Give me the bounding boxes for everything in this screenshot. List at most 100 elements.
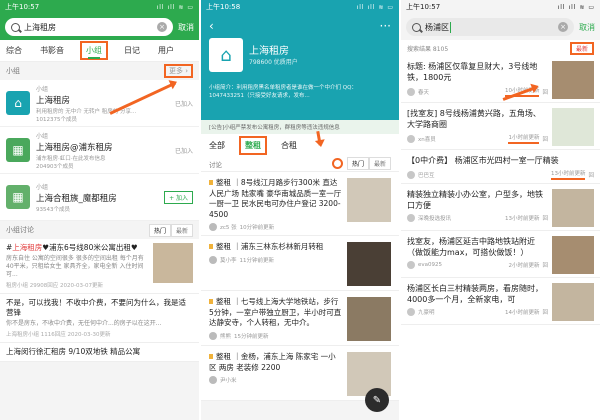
post-thumbnail [153,243,193,283]
avatar [209,376,217,384]
clear-icon[interactable]: × [157,22,167,32]
sort-hot[interactable]: 热门 [346,157,369,170]
reply-icon: 回 [542,310,548,316]
compose-button[interactable]: ✎ [365,388,389,412]
more-menu-icon[interactable]: ··· [380,19,391,33]
more-button[interactable]: 更多 › [163,64,193,78]
post-title-text: 整租 ｜8号线江月路步行300米 直达人民广场 陆家嘴 豪华南城品质一室一厅一厨… [209,178,342,219]
reply-icon: 回 [542,136,548,143]
avatar [209,223,217,231]
post-item[interactable]: 整租 ｜七号线上海大学地铁站，步行5分钟，一室户带独立厨卫，半小时可直达静安寺，… [201,291,399,346]
group-header: 上午10:58 ıll ıll ≋ ▭ ‹ ··· ⌂ 上海租房 798600 … [201,0,399,120]
post-item[interactable]: 整租 ｜8号线江月路步行300米 直达人民广场 陆家嘴 豪华南城品质一室一厅一厨… [201,172,399,236]
post-title: 找室友，杨浦区延吉中路地铁站附近（做饭能力max，可搭伙做饭！） [407,237,535,257]
tab-whole-rent[interactable]: 整租 [239,135,267,155]
group-item[interactable]: ▦ 小组 上海合租族_魔都租房 93543个成员 + 加入 [0,174,199,221]
post-thumbnail [552,189,594,227]
status-icons: ıll ıll ≋ ▭ [557,3,595,11]
group-avatar: ▦ [6,138,30,162]
house-icon: ⌂ [6,91,30,115]
sort-latest-button[interactable]: 最新 [569,41,594,55]
post-title: 精装独立精装小办公室，户型多，地铁口方便 [407,190,543,210]
tab-all[interactable]: 全部 [209,140,225,151]
tab-diary[interactable]: 日记 [122,42,142,59]
post-meta: 租房小组 29908回应 2020-03-07更新 [6,283,103,289]
post-time: 10分钟前更新 [239,225,275,231]
post-author: 巴巴互 [418,172,435,179]
status-time: 上午10:58 [206,3,241,11]
discussion-item[interactable]: #上海租房♥浦东6号线80米公寓出租♥ 房东自住 公寓的空间很多 很多的空间出租… [0,239,199,294]
avatar [209,331,217,340]
group-logo: ⌂ [209,38,243,72]
result-item[interactable]: 【0中介费】 杨浦区市光四村一室一厅精装 巴巴互 13小时前更新回 [401,150,600,184]
search-tabs: 综合 书影音 小组 日记 用户 [0,40,199,62]
results-header: 搜索结果 8105 最新 [401,40,600,56]
post-meta: 深晚投选投讯 13小时前更新回 [407,214,548,222]
avatar [407,308,415,316]
discussion-item[interactable]: 上海闵行徐汇租房 9/10双地铁 精品公寓 [0,343,199,362]
tab-books[interactable]: 书影音 [38,42,66,59]
post-thumbnail [347,178,391,222]
sort-latest[interactable]: 最新 [368,157,391,170]
discussion-item[interactable]: 不是，可以找我！不收中介费，不要问为什么，我是适营锋 你不是房东，不收中介费，无… [0,294,199,343]
top-bar: ‹ ··· [201,14,399,38]
clear-icon[interactable]: × [558,22,568,32]
post-author: 尹小米 [220,378,237,384]
post-thumbnail [552,61,594,99]
search-icon [11,22,20,32]
back-icon[interactable]: ‹ [209,19,214,33]
post-author: 九豪明 [418,310,435,316]
group-members: 1012375个成员 [36,116,77,123]
group-name: 上海租房@浦东租房 [36,142,113,153]
panel-in-group-search: 上午10:57 ıll ıll ≋ ▭ 杨浦区 × 取消 搜索结果 8105 最… [401,0,600,420]
group-name: 上海合租族_魔都租房 [36,193,117,204]
post-meta: 莫小李 11分钟前更新 [209,255,343,264]
join-button[interactable]: + 加入 [164,190,193,204]
search-input[interactable]: 杨浦区 × [406,18,574,36]
post-author: 莫小李 [220,257,237,264]
result-item[interactable]: [找室友] 8号线杨浦黄兴路，五角场、大学路商圈 xn喜员 1小时前更新回 [401,103,600,150]
group-type: 小组 [36,132,49,140]
group-desc: 浦东租房·虹口·在此发布信息 [36,155,106,162]
post-time: 1小时前更新 [508,133,540,144]
post-desc: 房东自住 公寓的空间很多 很多的空间出租 每个月有40平米，只租给女生 家具齐全… [6,255,144,278]
group-item[interactable]: ▦ 小组 上海租房@浦东租房 浦东租房·虹口·在此发布信息 204903个成员 … [0,127,199,174]
avatar [407,261,415,269]
result-item[interactable]: 精装独立精装小办公室，户型多，地铁口方便 深晚投选投讯 13小时前更新回 [401,184,600,231]
cancel-button[interactable]: 取消 [579,22,595,33]
sort-toggle: 热门 最新 [346,157,391,170]
result-item[interactable]: 标题: 杨浦区仅靠复旦财大，3号线地铁，1800元 春天 10小时前更新回 [401,56,600,103]
group-desc: 利用租房的 无中介 无转户 租房的 分享... [36,108,137,115]
group-avatar: ▦ [6,185,30,209]
tab-all[interactable]: 综合 [4,42,24,59]
cancel-button[interactable]: 取消 [178,22,194,33]
sort-hot[interactable]: 热门 [148,223,171,237]
section-title: 小组讨论 [6,226,34,234]
post-meta: eva0925 2小时前更新回 [407,261,548,269]
tab-shared-rent[interactable]: 合租 [281,140,297,151]
post-title-text: 整租 ｜浦东三林东杉林新月转租 [216,242,324,251]
search-header: 上海租房 × 取消 [0,14,199,40]
search-icon[interactable] [331,158,343,169]
avatar [407,134,415,143]
sort-latest[interactable]: 最新 [170,223,193,237]
post-title-text: 整租 ｜七号线上海大学地铁站，步行5分钟，一室户带独立厨卫，半小时可直达静安寺，… [209,297,342,327]
reply-icon: 回 [542,216,548,222]
status-bar: 上午10:57 ıll ıll ≋ ▭ [0,0,199,14]
post-thumbnail [552,108,594,146]
avatar [407,170,415,179]
group-members: 204903个成员 [36,163,74,170]
group-type: 小组 [36,85,49,93]
tab-users[interactable]: 用户 [156,42,176,59]
result-item[interactable]: 杨浦区长白三村精装两房，看房随时，4000多一个月，全新家电，可 九豪明 14小… [401,278,600,325]
post-item[interactable]: 整租 ｜浦东三林东杉林新月转租 莫小李 11分钟前更新 [201,236,399,291]
post-meta: 巴巴互 13小时前更新回 [407,169,594,180]
post-title: #上海租房♥浦东6号线80米公寓出租♥ [6,243,149,253]
reply-icon: 回 [588,172,594,179]
post-meta: 上海租房小组 1116回应 2020-03-30更新 [6,332,111,338]
result-item[interactable]: 找室友，杨浦区延吉中路地铁站附近（做饭能力max，可搭伙做饭！） eva0925… [401,231,600,278]
tab-groups[interactable]: 小组 [80,41,108,60]
post-author: 深晚投选投讯 [418,216,452,222]
search-input[interactable]: 上海租房 × [5,18,173,36]
post-title: 上海闵行徐汇租房 9/10双地铁 精品公寓 [6,347,141,356]
